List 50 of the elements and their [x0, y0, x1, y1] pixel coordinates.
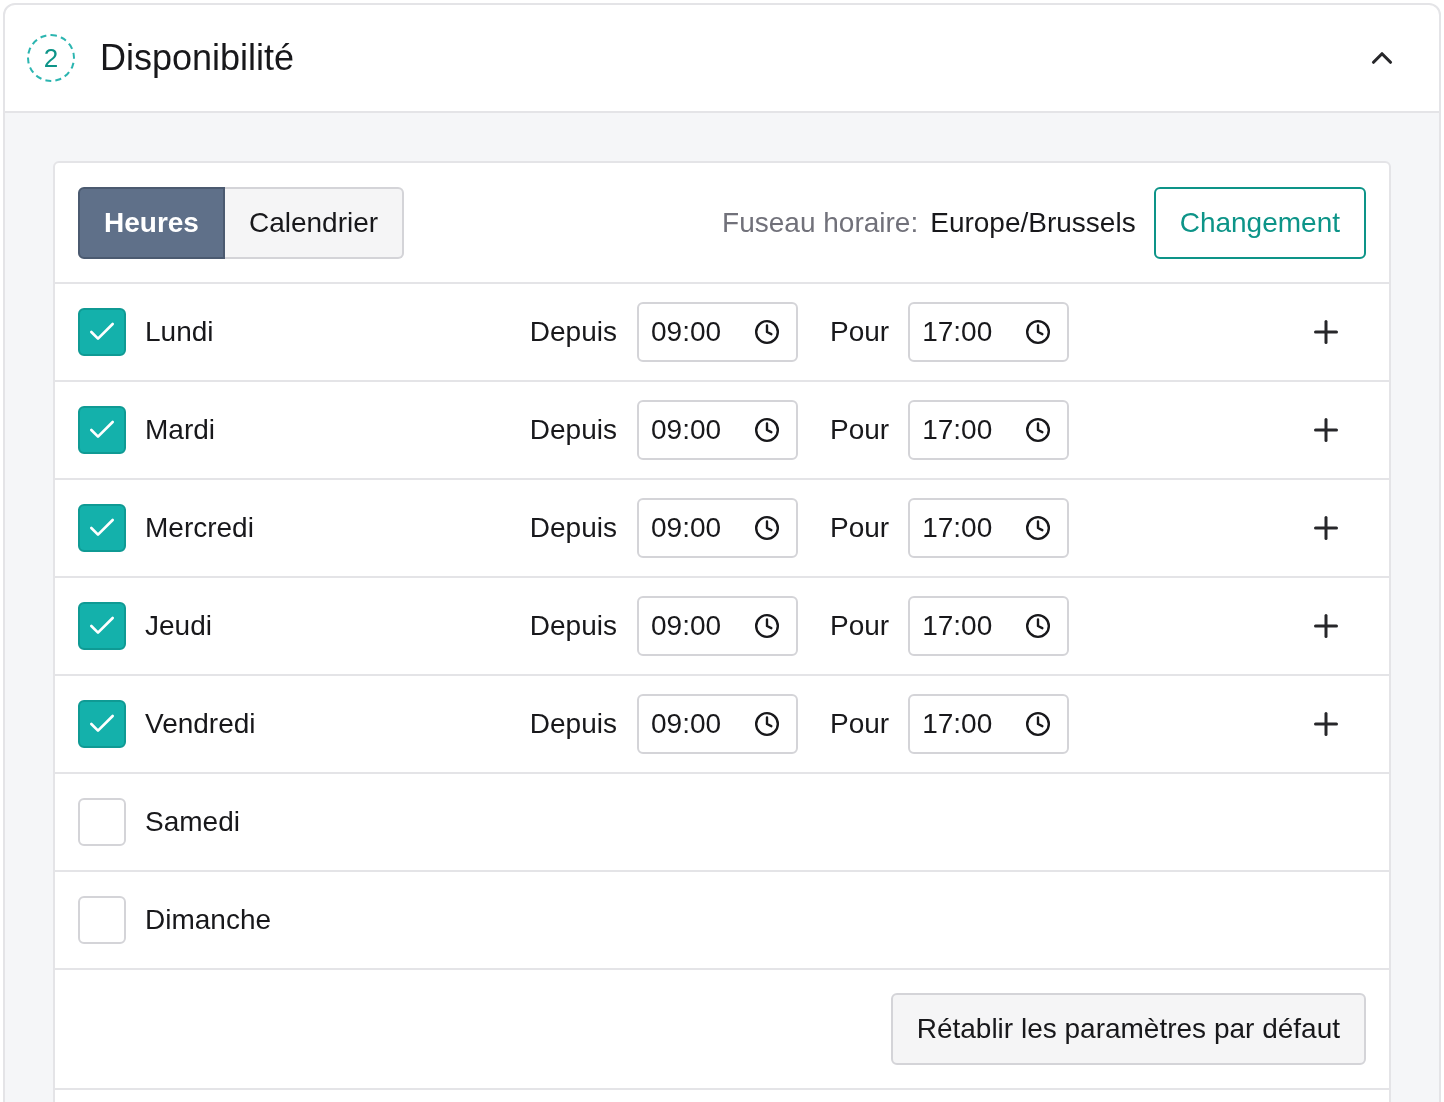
day-label: Mercredi [145, 511, 255, 545]
clock-icon [754, 417, 780, 443]
day-label: Dimanche [145, 903, 273, 937]
from-label: Depuis [528, 707, 617, 741]
reset-button[interactable]: Rétablir les paramètres par défaut [890, 993, 1366, 1065]
clock-icon [754, 515, 780, 541]
timezone-label: Fuseau horaire: [722, 205, 919, 240]
clock-icon [1025, 515, 1052, 541]
step-badge: 2 [27, 34, 75, 82]
day-label: Lundi [145, 315, 215, 349]
time-field[interactable]: 17:00 [908, 400, 1070, 460]
section-title: Disponibilité [100, 36, 295, 80]
day-checkbox[interactable] [78, 308, 126, 356]
time-field[interactable]: 09:00 [637, 694, 798, 754]
to-label: Pour [830, 511, 890, 545]
to-label: Pour [830, 609, 890, 643]
clock-icon [1025, 417, 1052, 443]
day-label: Jeudi [145, 609, 213, 643]
day-checkbox[interactable] [78, 406, 126, 454]
day-label: Mardi [145, 413, 216, 447]
day-label: Vendredi [145, 707, 257, 741]
change-timezone-button[interactable]: Changement [1153, 186, 1366, 259]
to-label: Pour [830, 315, 890, 349]
time-field[interactable]: 17:00 [908, 302, 1070, 362]
clock-icon [1025, 711, 1052, 737]
from-label: Depuis [528, 315, 617, 349]
time-field[interactable]: 09:00 [637, 498, 798, 558]
time-field[interactable]: 09:00 [637, 302, 798, 362]
clock-icon [754, 711, 780, 737]
timezone-value: Europe/Brussels [930, 205, 1136, 240]
day-checkbox[interactable] [78, 602, 126, 650]
view-tab[interactable]: Calendrier [224, 186, 405, 259]
day-checkbox[interactable] [78, 504, 126, 552]
time-field[interactable]: 17:00 [908, 694, 1070, 754]
from-label: Depuis [528, 511, 617, 545]
from-label: Depuis [528, 609, 617, 643]
time-field[interactable]: 09:00 [637, 400, 798, 460]
day-label: Samedi [145, 805, 241, 839]
clock-icon [754, 613, 780, 639]
clock-icon [1025, 319, 1052, 345]
to-label: Pour [830, 413, 890, 447]
to-label: Pour [830, 707, 890, 741]
time-field[interactable]: 09:00 [637, 596, 798, 656]
time-field[interactable]: 17:00 [908, 596, 1070, 656]
day-checkbox[interactable] [78, 700, 126, 748]
from-label: Depuis [528, 413, 617, 447]
clock-icon [1025, 613, 1052, 639]
clock-icon [754, 319, 780, 345]
view-tab[interactable]: Heures [78, 186, 225, 259]
time-field[interactable]: 17:00 [908, 498, 1070, 558]
